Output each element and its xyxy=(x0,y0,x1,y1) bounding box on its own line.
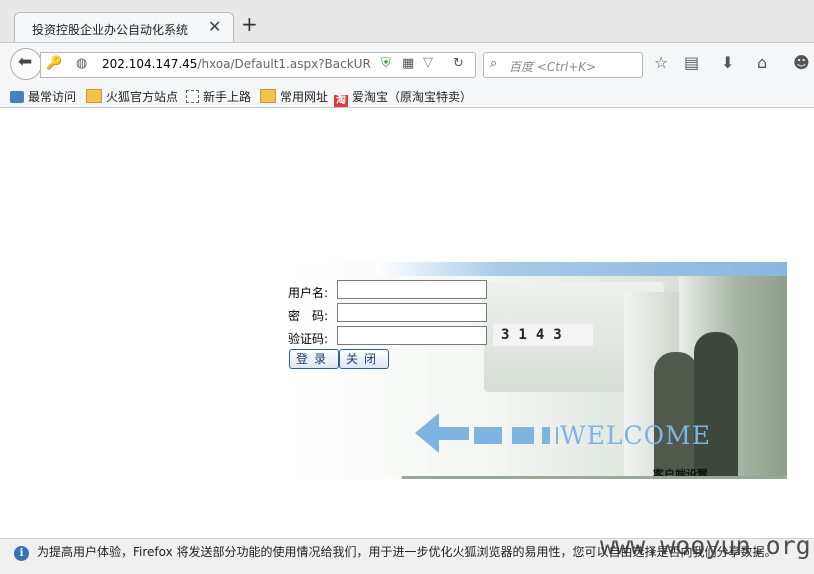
taobao-icon: 淘 xyxy=(334,95,348,107)
folder-icon xyxy=(86,89,102,103)
captcha-label: 验证码: xyxy=(288,332,329,346)
back-arrow-icon: ⬅ xyxy=(18,52,33,72)
businessman-figure xyxy=(694,332,738,476)
new-tab-icon[interactable]: + xyxy=(241,14,258,34)
arrow-shaft xyxy=(439,427,469,440)
search-icon: ⌕ xyxy=(490,56,498,71)
close-button[interactable]: 关闭 xyxy=(339,349,389,369)
close-tab-icon[interactable]: ✕ xyxy=(208,17,221,36)
password-input[interactable] xyxy=(337,303,487,322)
watermark: www.wooyun.org xyxy=(600,531,811,560)
captcha-input[interactable] xyxy=(337,326,487,345)
most-visited-icon xyxy=(10,91,24,103)
bookmark-common-sites[interactable]: 常用网址 xyxy=(260,88,328,104)
bookmark-star-icon[interactable]: ☆ xyxy=(654,54,668,72)
folder-icon xyxy=(260,89,276,103)
dashed-page-icon xyxy=(186,90,199,103)
bookmark-most-visited[interactable]: 最常访问 xyxy=(10,88,76,104)
panel-top-strip xyxy=(376,262,787,276)
arrow-bar xyxy=(542,427,550,444)
password-label: 密 码: xyxy=(288,309,329,323)
dropdown-icon[interactable]: ▽ xyxy=(423,55,433,71)
bookmark-getting-started[interactable]: 新手上路 xyxy=(186,88,251,104)
download-icon[interactable]: ⬇ xyxy=(721,54,734,72)
tab-strip: 投资控股企业办公自动化系统 ✕ + xyxy=(0,0,814,44)
welcome-text: WELCOME xyxy=(560,421,712,450)
url-text[interactable]: 202.104.147.45/hxoa/Default1.aspx?BackUR… xyxy=(102,57,372,71)
captcha-image[interactable]: 3143 xyxy=(493,324,593,346)
url-bar[interactable]: 🔑 ◍ 202.104.147.45/hxoa/Default1.aspx?Ba… xyxy=(40,52,476,78)
search-placeholder: 百度 <Ctrl+K> xyxy=(509,60,597,74)
qrcode-icon[interactable]: ▦ xyxy=(402,56,414,72)
back-button[interactable]: ⬅ xyxy=(10,48,42,80)
login-button[interactable]: 登录 xyxy=(289,349,339,369)
bookmark-firefox-official[interactable]: 火狐官方站点 xyxy=(86,88,178,104)
search-bar[interactable]: ⌕ 百度 <Ctrl+K> xyxy=(483,52,643,78)
key-icon[interactable]: 🔑 xyxy=(46,56,62,72)
navigation-bar: ⬅ 🔑 ◍ 202.104.147.45/hxoa/Default1.aspx?… xyxy=(0,42,814,85)
left-arrow-icon xyxy=(415,413,439,453)
reading-list-icon[interactable]: ▤ xyxy=(684,54,699,72)
login-panel: 用户名: 密 码: 验证码: 3143 登录 关闭 WELCOME 客户端设置 xyxy=(284,262,787,479)
info-icon: i xyxy=(14,546,29,561)
panel-bottom-line xyxy=(402,476,787,479)
username-input[interactable] xyxy=(337,280,487,299)
bookmark-ai-taobao[interactable]: 淘爱淘宝（原淘宝特卖） xyxy=(334,88,472,107)
reload-icon[interactable]: ↻ xyxy=(453,56,464,72)
globe-icon[interactable]: ◍ xyxy=(76,56,87,72)
businessman-figure xyxy=(654,352,698,476)
arrow-bar xyxy=(512,427,534,444)
shield-icon[interactable]: ⛨ xyxy=(381,56,391,72)
home-icon[interactable]: ⌂ xyxy=(757,54,767,72)
tab-title: 投资控股企业办公自动化系统 xyxy=(32,23,189,37)
username-label: 用户名: xyxy=(288,286,329,300)
browser-tab[interactable]: 投资控股企业办公自动化系统 ✕ xyxy=(14,12,234,44)
bookmarks-bar: 最常访问 火狐官方站点 新手上路 常用网址 淘爱淘宝（原淘宝特卖） xyxy=(0,85,814,108)
arrow-bar xyxy=(474,427,502,444)
notification-bar: i 为提高用户体验，Firefox 将发送部分功能的使用情况给我们，用于进一步优… xyxy=(0,531,814,574)
arrow-bar xyxy=(556,427,558,444)
chat-icon[interactable]: ☻ xyxy=(793,54,810,72)
